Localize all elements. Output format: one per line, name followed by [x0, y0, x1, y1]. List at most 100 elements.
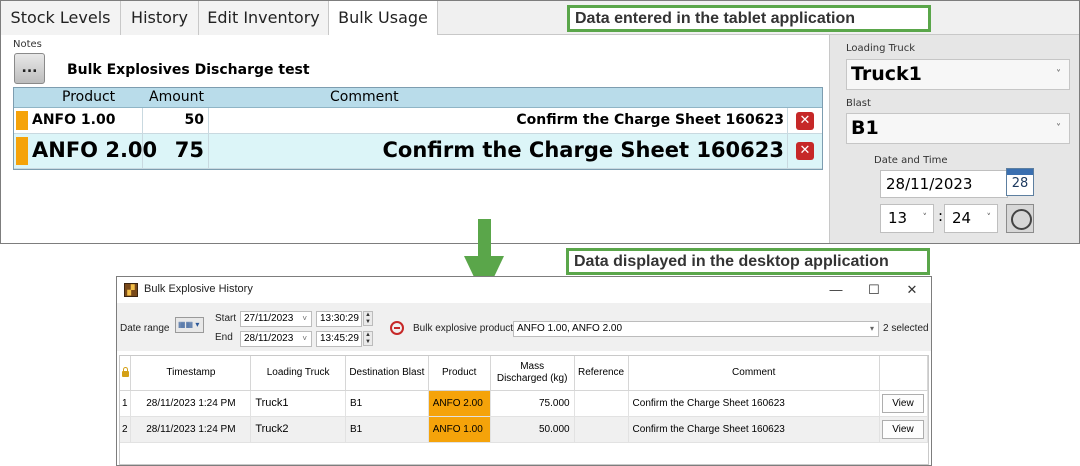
cell-product: ANFO 2.00	[428, 390, 491, 417]
usage-table-header: Product Amount Comment	[14, 88, 822, 108]
products-select[interactable]: ANFO 1.00, ANFO 2.00 ▾	[513, 321, 879, 337]
chevron-down-icon: ˅	[1056, 69, 1061, 80]
usage-row-amount: 50	[184, 112, 204, 128]
usage-row[interactable]: ANFO 1.00 50 Confirm the Charge Sheet 16…	[14, 108, 822, 134]
tab-bulk-usage[interactable]: Bulk Usage	[328, 1, 438, 36]
chevron-down-icon: ˅	[302, 334, 307, 343]
date-time-label: Date and Time	[874, 155, 948, 166]
down-arrow-shaft	[478, 219, 491, 257]
products-value: ANFO 1.00, ANFO 2.00	[517, 323, 623, 334]
col-header-view	[879, 356, 929, 391]
start-time-spinner[interactable]: ▲ ▼	[363, 311, 373, 326]
history-grid: Timestamp Loading Truck Destination Blas…	[119, 355, 929, 465]
calendar-icon[interactable]: 28	[1006, 168, 1034, 196]
chevron-down-icon: ˅	[302, 314, 307, 323]
end-time-input[interactable]: 13:45:29	[316, 331, 362, 347]
end-date-picker[interactable]: 28/11/2023 ˅	[240, 331, 312, 347]
hour-value: 13	[888, 209, 908, 227]
loading-truck-select[interactable]: Truck1 ˅	[846, 59, 1070, 90]
cell-reference	[574, 390, 629, 417]
chevron-down-icon: ˅	[922, 213, 928, 223]
usage-row-product: ANFO 2.00	[32, 138, 158, 162]
tab-stock-levels[interactable]: Stock Levels	[1, 1, 121, 35]
col-header-destination-blast[interactable]: Destination Blast	[345, 356, 429, 391]
cell-loading-truck: Truck1	[250, 390, 346, 417]
date-range-button[interactable]: ▦▦ ▾	[175, 317, 204, 333]
blast-select[interactable]: B1 ˅	[846, 113, 1070, 144]
table-row[interactable]: 2 28/11/2023 1:24 PM Truck2 B1 ANFO 1.00…	[120, 416, 929, 443]
hour-select[interactable]: 13 ˅	[880, 204, 934, 233]
row-marker	[16, 137, 28, 165]
date-input[interactable]: 28/11/2023	[880, 170, 1008, 198]
row-index: 1	[120, 390, 132, 417]
tab-edit-inventory[interactable]: Edit Inventory	[199, 1, 329, 35]
end-time-spinner[interactable]: ▲ ▼	[363, 331, 373, 346]
start-date-value: 27/11/2023	[244, 313, 294, 324]
delete-icon[interactable]: ✕	[796, 142, 814, 160]
grid-header-row: Timestamp Loading Truck Destination Blas…	[120, 356, 929, 391]
notes-label: Notes	[13, 39, 42, 50]
view-button[interactable]: View	[881, 419, 924, 439]
col-header-loading-truck[interactable]: Loading Truck	[250, 356, 346, 391]
cell-comment: Confirm the Charge Sheet 160623	[628, 390, 880, 417]
header-product: Product	[62, 89, 116, 105]
cell-comment: Confirm the Charge Sheet 160623	[628, 416, 880, 443]
lock-icon	[121, 367, 129, 378]
window-title: Bulk Explosive History	[144, 283, 253, 295]
desktop-window: ▞ Bulk Explosive History — ☐ ✕ Date rang…	[116, 276, 932, 466]
usage-row-comment: Confirm the Charge Sheet 160623	[516, 112, 784, 128]
cell-mass: 75.000	[490, 390, 575, 417]
loading-truck-value: Truck1	[851, 63, 922, 85]
loading-truck-label: Loading Truck	[846, 43, 916, 54]
cell-reference	[574, 416, 629, 443]
view-button[interactable]: View	[881, 393, 924, 413]
tab-history[interactable]: History	[121, 1, 199, 35]
start-time-input[interactable]: 13:30:29	[316, 311, 362, 327]
row-index: 2	[120, 416, 132, 443]
col-header-product[interactable]: Product	[428, 356, 491, 391]
start-date-picker[interactable]: 27/11/2023 ˅	[240, 311, 312, 327]
cell-timestamp: 28/11/2023 1:24 PM	[130, 390, 252, 417]
selected-count: 2 selected	[883, 323, 929, 334]
usage-row-amount: 75	[174, 138, 204, 162]
cell-view: View	[879, 390, 929, 417]
usage-row[interactable]: ANFO 2.00 75 Confirm the Charge Sheet 16…	[14, 134, 822, 169]
remove-icon[interactable]	[390, 321, 404, 335]
cell-timestamp: 28/11/2023 1:24 PM	[130, 416, 252, 443]
col-header-reference[interactable]: Reference	[574, 356, 629, 391]
usage-row-comment: Confirm the Charge Sheet 160623	[382, 138, 784, 162]
notes-text: Bulk Explosives Discharge test	[67, 62, 310, 78]
header-amount: Amount	[149, 89, 205, 105]
usage-table: Product Amount Comment ANFO 1.00 50 Conf…	[13, 87, 823, 170]
blast-label: Blast	[846, 98, 871, 109]
lock-column-header	[120, 356, 132, 391]
tablet-app-panel: Stock Levels History Edit Inventory Bulk…	[0, 0, 1080, 244]
start-label: Start	[215, 313, 237, 324]
cell-mass: 50.000	[490, 416, 575, 443]
close-button[interactable]: ✕	[897, 279, 927, 301]
maximize-button[interactable]: ☐	[859, 279, 889, 301]
col-header-timestamp[interactable]: Timestamp	[130, 356, 252, 391]
delete-icon[interactable]: ✕	[796, 112, 814, 130]
products-label: Bulk explosive products	[413, 323, 519, 334]
col-header-comment[interactable]: Comment	[628, 356, 880, 391]
filter-bar: Date range ▦▦ ▾ Start 27/11/2023 ˅ 13:30…	[117, 303, 931, 351]
minute-select[interactable]: 24 ˅	[944, 204, 998, 233]
table-row[interactable]: 1 28/11/2023 1:24 PM Truck1 B1 ANFO 2.00…	[120, 390, 929, 417]
clock-icon[interactable]	[1006, 204, 1034, 233]
time-separator: :	[938, 207, 944, 225]
row-marker	[16, 111, 28, 130]
desktop-callout: Data displayed in the desktop applicatio…	[566, 248, 930, 275]
cell-destination-blast: B1	[345, 390, 429, 417]
minimize-button[interactable]: —	[821, 279, 851, 301]
notes-button[interactable]: ...	[14, 53, 45, 84]
end-date-value: 28/11/2023	[244, 333, 294, 344]
header-comment: Comment	[330, 89, 399, 105]
blast-value: B1	[851, 117, 879, 139]
col-header-mass-discharged[interactable]: Mass Discharged (kg)	[490, 356, 575, 391]
minute-value: 24	[952, 209, 972, 227]
chevron-down-icon: ▾	[869, 324, 874, 333]
cell-product: ANFO 1.00	[428, 416, 491, 443]
usage-row-product: ANFO 1.00	[32, 112, 116, 128]
app-icon: ▞	[124, 283, 138, 297]
